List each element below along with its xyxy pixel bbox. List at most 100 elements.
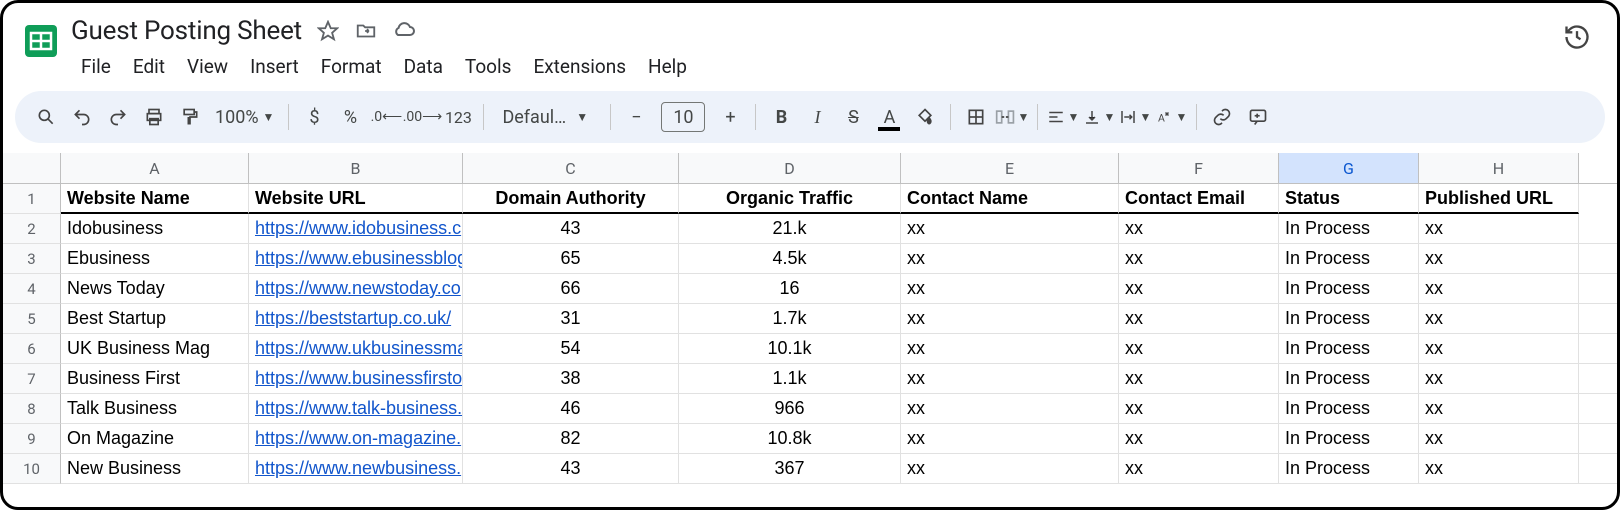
cell[interactable]: https://www.newstoday.co	[249, 274, 463, 303]
cell[interactable]: Talk Business	[61, 394, 249, 423]
row-header-6[interactable]: 6	[3, 334, 61, 364]
cell[interactable]: 43	[463, 454, 679, 483]
zoom-dropdown[interactable]: 100%▼	[209, 107, 280, 128]
cell[interactable]: xx	[1119, 454, 1279, 483]
cell[interactable]: https://beststartup.co.uk/	[249, 304, 463, 333]
col-header-B[interactable]: B	[249, 153, 463, 183]
cell[interactable]: In Process	[1279, 424, 1419, 453]
cell[interactable]: 966	[679, 394, 901, 423]
cell[interactable]: https://www.talk-business.	[249, 394, 463, 423]
cell[interactable]: xx	[1119, 214, 1279, 243]
cell[interactable]: xx	[1119, 244, 1279, 273]
header-cell[interactable]: Contact Email	[1119, 184, 1279, 214]
cell[interactable]: xx	[901, 214, 1119, 243]
cell[interactable]: In Process	[1279, 334, 1419, 363]
print-icon[interactable]	[137, 100, 171, 134]
row-header-3[interactable]: 3	[3, 244, 61, 274]
cell[interactable]: 16	[679, 274, 901, 303]
cell[interactable]: On Magazine	[61, 424, 249, 453]
col-header-H[interactable]: H	[1419, 153, 1579, 183]
cell[interactable]: xx	[1119, 364, 1279, 393]
cell[interactable]: In Process	[1279, 244, 1419, 273]
row-header-9[interactable]: 9	[3, 424, 61, 454]
header-cell[interactable]: Domain Authority	[463, 184, 679, 214]
col-header-G[interactable]: G	[1279, 153, 1419, 183]
cell[interactable]: xx	[901, 334, 1119, 363]
menu-edit[interactable]: Edit	[123, 51, 175, 82]
paint-format-icon[interactable]	[173, 100, 207, 134]
h-align-icon[interactable]: ▼	[1046, 100, 1080, 134]
text-color-icon[interactable]: A	[872, 100, 906, 134]
cell[interactable]: https://www.newbusiness.	[249, 454, 463, 483]
bold-icon[interactable]: B	[764, 100, 798, 134]
cell[interactable]: xx	[1119, 304, 1279, 333]
header-cell[interactable]: Website Name	[61, 184, 249, 214]
col-header-E[interactable]: E	[901, 153, 1119, 183]
italic-icon[interactable]: I	[800, 100, 834, 134]
row-header-8[interactable]: 8	[3, 394, 61, 424]
menu-tools[interactable]: Tools	[455, 51, 522, 82]
cell[interactable]: In Process	[1279, 274, 1419, 303]
cell[interactable]: UK Business Mag	[61, 334, 249, 363]
cell[interactable]: 38	[463, 364, 679, 393]
redo-icon[interactable]	[101, 100, 135, 134]
font-size-input[interactable]: 10	[661, 102, 705, 132]
cell[interactable]: xx	[1419, 304, 1579, 333]
borders-icon[interactable]	[959, 100, 993, 134]
cell[interactable]: https://www.ukbusinessma	[249, 334, 463, 363]
header-cell[interactable]: Organic Traffic	[679, 184, 901, 214]
cell[interactable]: 1.7k	[679, 304, 901, 333]
v-align-icon[interactable]: ▼	[1082, 100, 1116, 134]
cell[interactable]: xx	[901, 274, 1119, 303]
cell[interactable]: News Today	[61, 274, 249, 303]
cell[interactable]: Ebusiness	[61, 244, 249, 273]
cell[interactable]: In Process	[1279, 364, 1419, 393]
percent-icon[interactable]: %	[333, 100, 367, 134]
font-dropdown[interactable]: Defaul…▼	[492, 107, 602, 128]
cell[interactable]: 10.8k	[679, 424, 901, 453]
search-icon[interactable]	[29, 100, 63, 134]
merge-cells-icon[interactable]: ▼	[995, 100, 1029, 134]
row-header-1[interactable]: 1	[3, 184, 61, 214]
increase-decimal-icon[interactable]: .00⟶	[405, 100, 439, 134]
cell[interactable]: xx	[1119, 334, 1279, 363]
cell[interactable]: Idobusiness	[61, 214, 249, 243]
row-header-10[interactable]: 10	[3, 454, 61, 484]
rotate-icon[interactable]: A▼	[1154, 100, 1188, 134]
row-header-4[interactable]: 4	[3, 274, 61, 304]
cell[interactable]: In Process	[1279, 214, 1419, 243]
comment-icon[interactable]	[1241, 100, 1275, 134]
menu-insert[interactable]: Insert	[240, 51, 309, 82]
fill-color-icon[interactable]	[908, 100, 942, 134]
col-header-D[interactable]: D	[679, 153, 901, 183]
link-icon[interactable]	[1205, 100, 1239, 134]
header-cell[interactable]: Published URL	[1419, 184, 1579, 214]
cell[interactable]: xx	[901, 454, 1119, 483]
decrease-font-icon[interactable]: −	[619, 100, 653, 134]
header-cell[interactable]: Contact Name	[901, 184, 1119, 214]
cell[interactable]: Best Startup	[61, 304, 249, 333]
cell[interactable]: xx	[1119, 394, 1279, 423]
cell[interactable]: xx	[1119, 424, 1279, 453]
cell[interactable]: xx	[1419, 214, 1579, 243]
cell[interactable]: In Process	[1279, 304, 1419, 333]
cell[interactable]: 65	[463, 244, 679, 273]
cell[interactable]: xx	[901, 394, 1119, 423]
wrap-icon[interactable]: ▼	[1118, 100, 1152, 134]
cell[interactable]: In Process	[1279, 394, 1419, 423]
strikethrough-icon[interactable]: S	[836, 100, 870, 134]
cell[interactable]: xx	[1419, 454, 1579, 483]
cell[interactable]: xx	[1119, 274, 1279, 303]
cell[interactable]: New Business	[61, 454, 249, 483]
col-header-F[interactable]: F	[1119, 153, 1279, 183]
cell[interactable]: 10.1k	[679, 334, 901, 363]
cell[interactable]: 82	[463, 424, 679, 453]
cloud-status-icon[interactable]	[392, 19, 416, 43]
cell[interactable]: https://www.idobusiness.c	[249, 214, 463, 243]
currency-icon[interactable]: $	[297, 100, 331, 134]
col-header-C[interactable]: C	[463, 153, 679, 183]
cell[interactable]: 46	[463, 394, 679, 423]
header-cell[interactable]: Status	[1279, 184, 1419, 214]
menu-help[interactable]: Help	[638, 51, 697, 82]
decrease-decimal-icon[interactable]: .0⟵	[369, 100, 403, 134]
